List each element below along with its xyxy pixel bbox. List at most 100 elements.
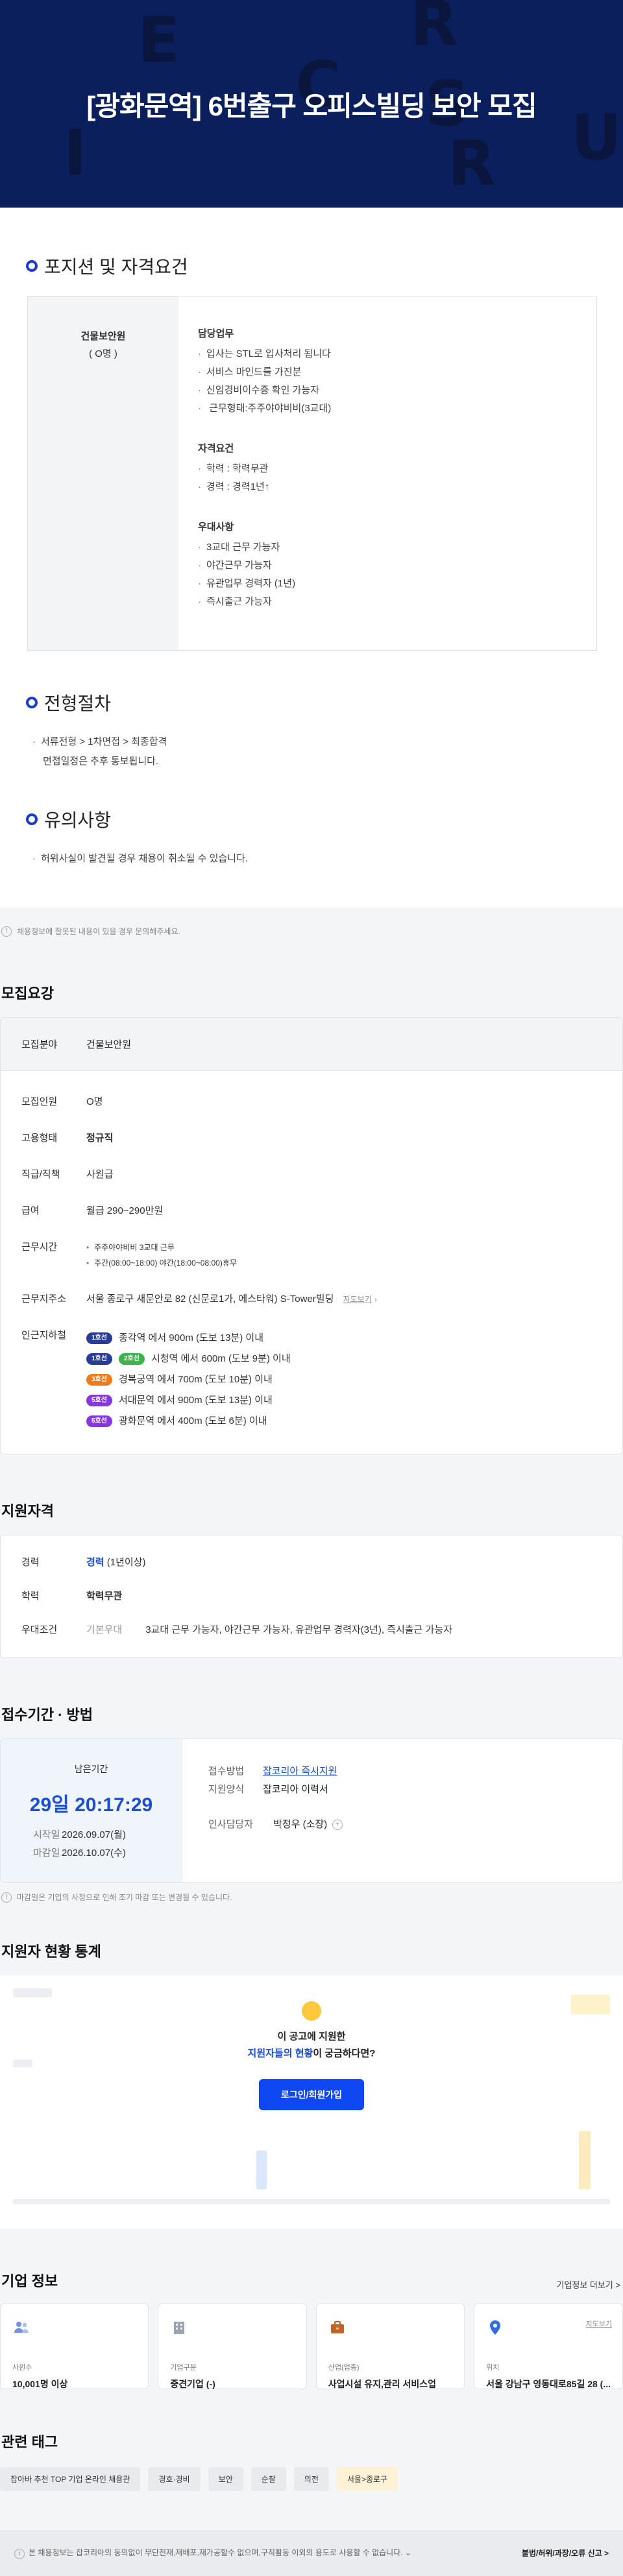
subway-line-badge: 1호선 (86, 1353, 112, 1365)
list-item: 서류전형 > 1차면접 > 최종합격 (32, 732, 597, 752)
report-link[interactable]: 불법/허위/과장/오류 신고 > (522, 2547, 609, 2558)
login-prompt: 이 공고에 지원한 지원자들의 현황이 궁금하다면? 로그인/회원가입 (0, 2001, 623, 2110)
corp-card-type: 기업구분 중견기업 (-) (158, 2304, 307, 2389)
position-heading: 포지션 및 자격요건 (26, 253, 597, 279)
address-row: 근무지주소 서울 종로구 새문안로 82 (신문로1가, 에스타워) S-Tow… (21, 1294, 377, 1305)
list-item: 허위사실이 발견될 경우 채용이 취소될 수 있습니다. (32, 849, 597, 869)
corp-more-link[interactable]: 기업정보 더보기 > (556, 2278, 623, 2291)
job-posting-page: E R C S U I R _ [광화문역] 6번출구 오피스빌딩 보안 모집 … (0, 0, 623, 2576)
list-item: 야간근무 가능자 (198, 557, 577, 575)
list-item: 주간(08:00~18:00) 야간(18:00~08:00)휴무 (86, 1255, 237, 1271)
subway-line-badge: 3호선 (86, 1374, 112, 1386)
tag-list: 잡아바 추천 TOP 기업 온라인 채용관 경호·경비 보안 순찰 의전 서울>… (0, 2467, 623, 2491)
end-date: 마감일 2026.10.07(수) (33, 1848, 126, 1859)
hero-decor: E (138, 4, 180, 77)
subway-line-badge: 5호선 (86, 1415, 112, 1427)
corp-card-location: 지도보기 위치 서울 강남구 영동대로85길 28 (... (474, 2304, 623, 2389)
process-heading: 전형절차 (26, 690, 597, 716)
recruit-card: 모집분야 건물보안원 모집인원 O명 고용형태 정규직 직급/직책 사원급 급여… (0, 1017, 623, 1454)
recruit-field-row: 모집분야 건물보안원 (1, 1018, 622, 1071)
list-item: 신임경비이수증 확인 가능자 (198, 381, 577, 400)
plus-circle-icon[interactable]: + (332, 1820, 343, 1830)
position-requirements: 담당업무 입사는 STL로 입사처리 됩니다 서비스 마인드를 가진분 신임경비… (178, 296, 596, 650)
education-row: 학력 학력무관 (21, 1591, 123, 1602)
duties-group: 담당업무 입사는 STL로 입사처리 됩니다 서비스 마인드를 가진분 신임경비… (198, 326, 577, 418)
form-row: 지원양식 잡코리아 이력서 (208, 1784, 328, 1795)
position-name: 건물보안원 ( O명 ) (28, 296, 178, 650)
hero-decor: _ (228, 143, 260, 208)
hero-banner: E R C S U I R _ [광화문역] 6번출구 오피스빌딩 보안 모집 (0, 0, 623, 208)
work-hours-row: 근무시간 주주야야비비 3교대 근무 주간(08:00~18:00) 야간(18… (1, 1232, 622, 1284)
map-link[interactable]: 지도보기 (343, 1295, 372, 1304)
hr-row: 인사담당자 박정우 (소장) + (208, 1816, 596, 1834)
bullet-circle-icon (26, 697, 38, 708)
location-pin-icon (490, 2320, 501, 2335)
job-title: [광화문역] 6번출구 오피스빌딩 보안 모집 (86, 90, 537, 121)
footer: i본 채용정보는 잡코리아의 동의없이 무단전재,재배포,재가공할수 없으며,구… (0, 2530, 623, 2576)
apply-link[interactable]: 잡코리아 즉시지원 (263, 1763, 337, 1781)
subway-row: 인근지하철 1호선 종각역 에서 900m (도보 13분) 이내 1호선 2호… (1, 1320, 622, 1454)
tag-item[interactable]: 잡아바 추천 TOP 기업 온라인 채용관 (0, 2467, 141, 2491)
report-notice[interactable]: ! 채용정보에 잘못된 내용이 있을 경우 문의해주세요. (0, 908, 623, 937)
list-item: 입사는 STL로 입사처리 됩니다 (198, 345, 577, 363)
tag-item[interactable]: 보안 (208, 2467, 243, 2491)
subway-item: 1호선 종각역 에서 900m (도보 13분) 이내 (86, 1328, 291, 1349)
subway-line-badge: 1호선 (86, 1332, 112, 1344)
list-item: 유관업무 경력자 (1년) (198, 575, 577, 593)
career-row: 경력 경력 (1년이상) (21, 1557, 146, 1568)
preferences-group: 우대사항 3교대 근무 가능자 야간근무 가능자 유관업무 경력자 (1년) 즉… (198, 520, 577, 611)
corp-card-industry: 산업(업종) 사업시설 유지,관리 서비스업 (315, 2304, 465, 2389)
hero-decor: R (410, 0, 458, 60)
info-icon: ! (1, 926, 12, 937)
list-item: 서비스 마인드를 가진분 (198, 363, 577, 381)
subway-item: 3호선 경복궁역 에서 700m (도보 10분) 이내 (86, 1369, 291, 1390)
list-item: 면접일정은 추후 통보됩니다. (43, 756, 159, 767)
period-title: 접수기간 · 방법 (1, 1707, 93, 1723)
method-row: 접수방법 잡코리아 즉시지원 (208, 1763, 596, 1781)
salary-row: 급여 월급 290~290만원 (21, 1205, 164, 1216)
subway-line-badge: 2호선 (118, 1353, 145, 1365)
blurred-placeholder (579, 2131, 591, 2189)
tag-item[interactable]: 서울>종로구 (336, 2467, 398, 2491)
chevron-right-icon: › (374, 1295, 377, 1304)
remaining-time-panel: 남은기간 29일 20:17:29 시작일 2026.09.07(월) 마감일 20… (1, 1739, 182, 1882)
login-button[interactable]: 로그인/회원가입 (258, 2079, 365, 2110)
list-item: 즉시출근 가능자 (198, 593, 577, 611)
info-icon: i (14, 2548, 25, 2559)
period-card: 남은기간 29일 20:17:29 시작일 2026.09.07(월) 마감일 20… (0, 1739, 623, 1883)
caution-heading: 유의사항 (26, 806, 597, 832)
bullet-circle-icon (26, 813, 38, 825)
tag-item[interactable]: 순찰 (250, 2467, 286, 2491)
process-list: 서류전형 > 1차면접 > 최종합격 면접일정은 추후 통보됩니다. (32, 732, 597, 771)
map-link[interactable]: 지도보기 (586, 2318, 612, 2329)
hero-decor: I (64, 117, 87, 189)
tag-item[interactable]: 경호·경비 (148, 2467, 201, 2491)
blurred-placeholder (13, 1988, 52, 1997)
apply-method-panel: 접수방법 잡코리아 즉시지원 지원양식 잡코리아 이력서 인사담당자 박정우 (… (182, 1739, 622, 1882)
subway-line-badge: 5호선 (86, 1395, 112, 1406)
briefcase-icon (330, 2321, 344, 2333)
subway-item: 5호선 광화문역 에서 400m (도보 6분) 이내 (86, 1411, 291, 1432)
corp-card-employees: 사원수 10,001명 이상 (0, 2304, 149, 2389)
corp-cards: 사원수 10,001명 이상 기업구분 중견기업 (-) 산업(업종) 사업시설… (0, 2304, 623, 2389)
stats-title: 지원자 현황 통계 (1, 1944, 101, 1960)
copyright-notice[interactable]: i본 채용정보는 잡코리아의 동의없이 무단전재,재배포,재가공할수 없으며,구… (14, 2547, 411, 2559)
bullet-circle-icon (26, 260, 38, 272)
deadline-notice: ! 마감일은 기업의 사정으로 인해 조기 마감 또는 변경될 수 있습니다. (0, 1883, 623, 1903)
subway-item: 1호선 2호선 시청역 에서 600m (도보 9분) 이내 (86, 1349, 291, 1369)
list-item: 학력 : 학력무관 (198, 460, 577, 478)
list-item: 경력 : 경력1년↑ (198, 478, 577, 496)
list-item: 근무형태:주주야야비비(3교대) (198, 400, 577, 418)
recruit-count-row: 모집인원 O명 (21, 1096, 103, 1107)
subway-item: 5호선 서대문역 에서 900m (도보 13분) 이내 (86, 1390, 291, 1411)
thinking-face-icon (302, 2001, 321, 2021)
subway-list: 1호선 종각역 에서 900m (도보 13분) 이내 1호선 2호선 시청역 … (86, 1328, 291, 1432)
recruit-title: 모집요강 (1, 985, 54, 1002)
list-item: 주주야야비비 3교대 근무 (86, 1240, 237, 1255)
building-icon (174, 2322, 185, 2334)
preferred-row: 우대조건 기본우대 3교대 근무 가능자, 야간근무 가능자, 유관업무 경력자(… (21, 1624, 452, 1635)
job-detail: 포지션 및 자격요건 건물보안원 ( O명 ) 담당업무 입사는 STL로 입사… (0, 208, 623, 908)
people-icon (14, 2322, 29, 2333)
position-box: 건물보안원 ( O명 ) 담당업무 입사는 STL로 입사처리 됩니다 서비스 … (27, 296, 597, 651)
tag-item[interactable]: 의전 (293, 2467, 329, 2491)
